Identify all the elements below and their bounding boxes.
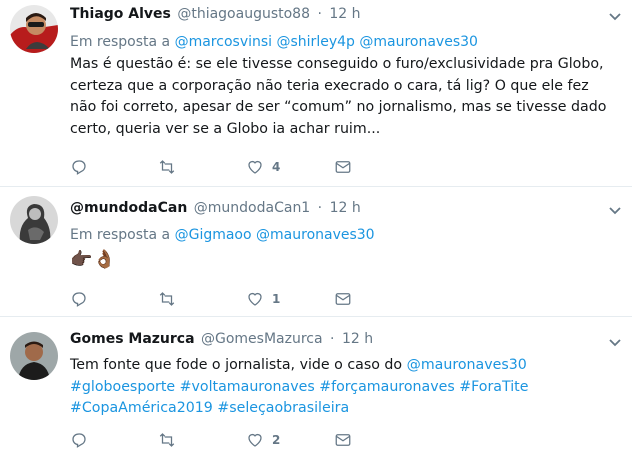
retweet-button[interactable] [158, 157, 246, 177]
message-button[interactable] [334, 289, 422, 309]
mention-link[interactable]: @mauronaves30 [256, 227, 375, 243]
avatar[interactable] [10, 332, 58, 380]
display-name[interactable]: @mundodaCan [70, 200, 187, 216]
like-button[interactable]: 4 [246, 157, 334, 177]
separator-dot: · [317, 200, 323, 216]
tweet-actions: 2 [70, 430, 422, 450]
tweet-text: Tem fonte que fode o jornalista, vide o … [70, 355, 618, 420]
message-icon [335, 434, 351, 446]
tweet-text-plain: Tem fonte que fode o jornalista, vide o … [70, 357, 403, 373]
timestamp[interactable]: 12 h [330, 200, 361, 216]
retweet-icon [159, 160, 175, 174]
avatar[interactable] [10, 196, 58, 244]
tweet-actions: 1 [70, 289, 422, 309]
like-count: 2 [272, 433, 281, 447]
mention-link[interactable]: @mauronaves30 [407, 357, 527, 373]
tweet-header: Gomes Mazurca @GomesMazurca · 12 h [70, 330, 373, 349]
like-count: 4 [272, 160, 281, 174]
hashtag-links[interactable]: #globoesporte #voltamauronaves #forçamau… [70, 379, 528, 395]
separator-dot: · [330, 331, 335, 347]
like-icon [248, 292, 262, 306]
message-icon [335, 161, 351, 173]
username[interactable]: @GomesMazurca [201, 331, 323, 347]
like-button[interactable]: 2 [246, 430, 334, 450]
retweet-icon [159, 292, 175, 306]
reply-context: Em resposta a @marcosvinsi @shirley4p @m… [70, 33, 478, 52]
tweet[interactable]: @mundodaCan @mundodaCan1 · 12 h Em respo… [0, 187, 632, 317]
retweet-icon [159, 433, 175, 447]
reply-button[interactable] [70, 289, 158, 309]
like-icon [248, 433, 262, 447]
like-button[interactable]: 1 [246, 289, 334, 309]
message-button[interactable] [334, 430, 422, 450]
username[interactable]: @mundodaCan1 [194, 200, 310, 216]
caret-down-icon [609, 339, 621, 347]
tweet-header: Thiago Alves @thiagoaugusto88 · 12 h [70, 5, 361, 24]
reply-icon [72, 433, 86, 448]
mention-link[interactable]: @marcosvinsi [175, 34, 272, 50]
timestamp[interactable]: 12 h [342, 331, 373, 347]
tweet-menu-button[interactable] [608, 334, 622, 348]
tweet-header: @mundodaCan @mundodaCan1 · 12 h [70, 199, 361, 218]
username[interactable]: @thiagoaugusto88 [177, 6, 310, 22]
reply-button[interactable] [70, 157, 158, 177]
separator-dot: · [317, 6, 322, 22]
tweet[interactable]: Thiago Alves @thiagoaugusto88 · 12 h Em … [0, 0, 632, 187]
avatar[interactable] [10, 5, 58, 53]
reply-prefix: Em resposta a [70, 227, 171, 243]
hashtag-links[interactable]: #CopaAmérica2019 #seleçaobrasileira [70, 400, 349, 416]
mention-link[interactable]: @shirley4p [277, 34, 355, 50]
message-icon [335, 293, 351, 305]
reply-icon [72, 292, 86, 307]
caret-down-icon [609, 207, 621, 215]
tweet-menu-button[interactable] [608, 202, 622, 216]
tweet-text: Mas é questão é: se ele tivesse consegui… [70, 56, 607, 137]
timeline: Thiago Alves @thiagoaugusto88 · 12 h Em … [0, 0, 632, 451]
display-name[interactable]: Thiago Alves [70, 6, 171, 22]
mention-link[interactable]: @mauronaves30 [359, 34, 478, 50]
retweet-button[interactable] [158, 289, 246, 309]
display-name[interactable]: Gomes Mazurca [70, 331, 195, 347]
reply-icon [72, 160, 86, 175]
message-button[interactable] [334, 157, 422, 177]
timestamp[interactable]: 12 h [329, 6, 360, 22]
retweet-button[interactable] [158, 430, 246, 450]
tweet-actions: 4 [70, 157, 422, 177]
reply-button[interactable] [70, 430, 158, 450]
tweet-text: 👉🏿👌🏾 [70, 249, 117, 270]
like-count: 1 [272, 292, 281, 306]
like-icon [248, 160, 262, 174]
tweet-menu-button[interactable] [608, 8, 622, 22]
reply-prefix: Em resposta a [70, 34, 171, 50]
reply-context: Em resposta a @Gigmaoo @mauronaves30 [70, 226, 375, 245]
caret-down-icon [609, 13, 621, 21]
tweet[interactable]: Gomes Mazurca @GomesMazurca · 12 h Tem f… [0, 317, 632, 451]
mention-link[interactable]: @Gigmaoo [175, 227, 252, 243]
